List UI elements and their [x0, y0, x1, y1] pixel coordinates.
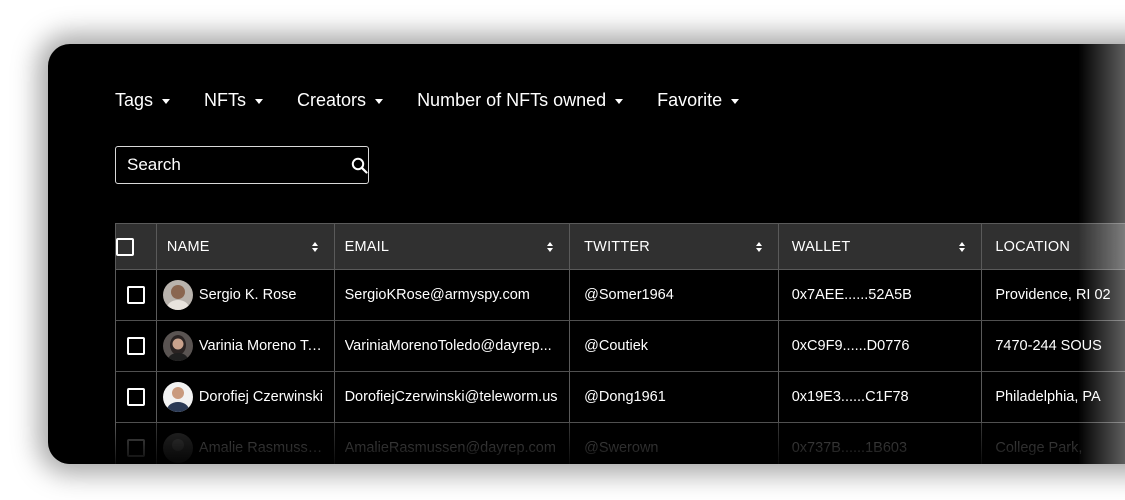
filter-creators[interactable]: Creators — [297, 90, 384, 111]
search-input[interactable] — [116, 146, 350, 184]
filter-label: Favorite — [657, 90, 723, 110]
avatar — [162, 382, 193, 412]
name-text: Varinia Moreno To... — [198, 338, 324, 354]
name-cell: Varinia Moreno To... — [157, 321, 335, 371]
caret-down-icon — [375, 99, 384, 104]
table-header-row: NAME EMAIL TWITTER WALLET LOCATION — [116, 224, 1125, 270]
email-text: AmalieRasmussen@dayrep.com — [344, 440, 556, 456]
email-text: DorofiejCzerwinski@teleworm.us — [344, 389, 558, 405]
location-cell: College Park, — [982, 423, 1125, 464]
filter-nfts[interactable]: NFTs — [204, 90, 264, 111]
column-header-wallet[interactable]: WALLET — [779, 224, 983, 269]
filter-favorite[interactable]: Favorite — [657, 90, 740, 111]
wallet-cell: 0x19E3......C1F78 — [779, 372, 983, 422]
twitter-cell[interactable]: @Somer1964 — [570, 270, 779, 320]
sort-icon[interactable] — [545, 241, 555, 253]
email-cell: AmalieRasmussen@dayrep.com — [335, 423, 571, 464]
caret-down-icon — [162, 99, 171, 104]
row-checkbox-cell — [116, 372, 157, 422]
row-checkbox[interactable] — [126, 286, 145, 304]
wallet-address: 0x7AEE......52A5B — [791, 287, 912, 303]
caret-down-icon — [731, 99, 740, 104]
column-header-label: EMAIL — [344, 238, 390, 255]
name-cell: Dorofiej Czerwinski — [157, 372, 335, 422]
wallet-address: 0x19E3......C1F78 — [791, 389, 909, 405]
sort-icon[interactable] — [754, 241, 764, 253]
table-row[interactable]: Amalie Rasmussen AmalieRasmussen@dayrep.… — [116, 423, 1125, 464]
avatar — [162, 433, 193, 463]
filter-label: NFTs — [204, 90, 247, 110]
filter-number-of-nfts-owned[interactable]: Number of NFTs owned — [417, 90, 624, 111]
filter-label: Tags — [115, 90, 154, 110]
column-header-label: TWITTER — [584, 238, 650, 255]
email-text: SergioKRose@armyspy.com — [344, 287, 530, 303]
table-row[interactable]: Varinia Moreno To... VariniaMorenoToledo… — [116, 321, 1125, 372]
avatar — [162, 331, 193, 361]
location-text: Providence, RI 02 — [995, 287, 1111, 303]
email-text: VariniaMorenoToledo@dayrep... — [344, 338, 552, 354]
sort-icon[interactable] — [957, 241, 967, 253]
select-all-checkbox[interactable] — [116, 237, 134, 256]
sort-icon[interactable] — [310, 241, 320, 253]
location-text: College Park, — [995, 440, 1083, 456]
table-row[interactable]: Dorofiej Czerwinski DorofiejCzerwinski@t… — [116, 372, 1125, 423]
row-checkbox-cell — [116, 423, 157, 464]
twitter-handle: @Coutiek — [584, 338, 649, 354]
filter-bar: Tags NFTs Creators Number of NFTs owned … — [115, 90, 740, 111]
name-text: Sergio K. Rose — [198, 287, 297, 303]
name-text: Dorofiej Czerwinski — [198, 389, 324, 405]
twitter-cell[interactable]: @Dong1961 — [570, 372, 779, 422]
location-text: 7470-244 SOUS — [995, 338, 1102, 354]
avatar — [162, 280, 193, 310]
name-cell: Sergio K. Rose — [157, 270, 335, 320]
screenshot-stage: Tags NFTs Creators Number of NFTs owned … — [0, 0, 1125, 500]
column-header-twitter[interactable]: TWITTER — [570, 224, 779, 269]
nft-holders-panel: Tags NFTs Creators Number of NFTs owned … — [48, 44, 1125, 464]
location-cell: Providence, RI 02 — [982, 270, 1125, 320]
email-cell: DorofiejCzerwinski@teleworm.us — [335, 372, 571, 422]
header-checkbox-cell — [116, 224, 157, 269]
twitter-cell[interactable]: @Coutiek — [570, 321, 779, 371]
location-cell: Philadelphia, PA — [982, 372, 1125, 422]
wallet-cell: 0xC9F9......D0776 — [779, 321, 983, 371]
twitter-handle: @Somer1964 — [584, 287, 674, 303]
search-box — [115, 146, 369, 184]
caret-down-icon — [615, 99, 624, 104]
row-checkbox-cell — [116, 270, 157, 320]
wallet-address: 0xC9F9......D0776 — [791, 338, 910, 354]
email-cell: VariniaMorenoToledo@dayrep... — [335, 321, 571, 371]
column-header-label: LOCATION — [995, 238, 1071, 255]
filter-tags[interactable]: Tags — [115, 90, 171, 111]
column-header-email[interactable]: EMAIL — [335, 224, 571, 269]
name-cell: Amalie Rasmussen — [157, 423, 335, 464]
column-header-label: NAME — [166, 238, 210, 255]
wallet-cell: 0x7AEE......52A5B — [779, 270, 983, 320]
location-cell: 7470-244 SOUS — [982, 321, 1125, 371]
twitter-handle: @Dong1961 — [584, 389, 666, 405]
location-text: Philadelphia, PA — [995, 389, 1101, 405]
search-icon[interactable] — [350, 157, 368, 174]
row-checkbox[interactable] — [126, 388, 145, 406]
name-text: Amalie Rasmussen — [198, 440, 324, 456]
wallet-cell: 0x737B......1B603 — [779, 423, 983, 464]
row-checkbox[interactable] — [126, 337, 145, 355]
column-header-name[interactable]: NAME — [157, 224, 335, 269]
row-checkbox[interactable] — [126, 439, 145, 457]
table-row[interactable]: Sergio K. Rose SergioKRose@armyspy.com @… — [116, 270, 1125, 321]
wallet-address: 0x737B......1B603 — [791, 440, 908, 456]
column-header-label: WALLET — [791, 238, 851, 255]
email-cell: SergioKRose@armyspy.com — [335, 270, 571, 320]
filter-label: Creators — [297, 90, 367, 110]
column-header-location[interactable]: LOCATION — [982, 224, 1125, 269]
caret-down-icon — [255, 99, 264, 104]
row-checkbox-cell — [116, 321, 157, 371]
holders-table: NAME EMAIL TWITTER WALLET LOCATION Sergi… — [115, 223, 1125, 464]
filter-label: Number of NFTs owned — [417, 90, 607, 110]
twitter-cell[interactable]: @Swerown — [570, 423, 779, 464]
twitter-handle: @Swerown — [584, 440, 659, 456]
